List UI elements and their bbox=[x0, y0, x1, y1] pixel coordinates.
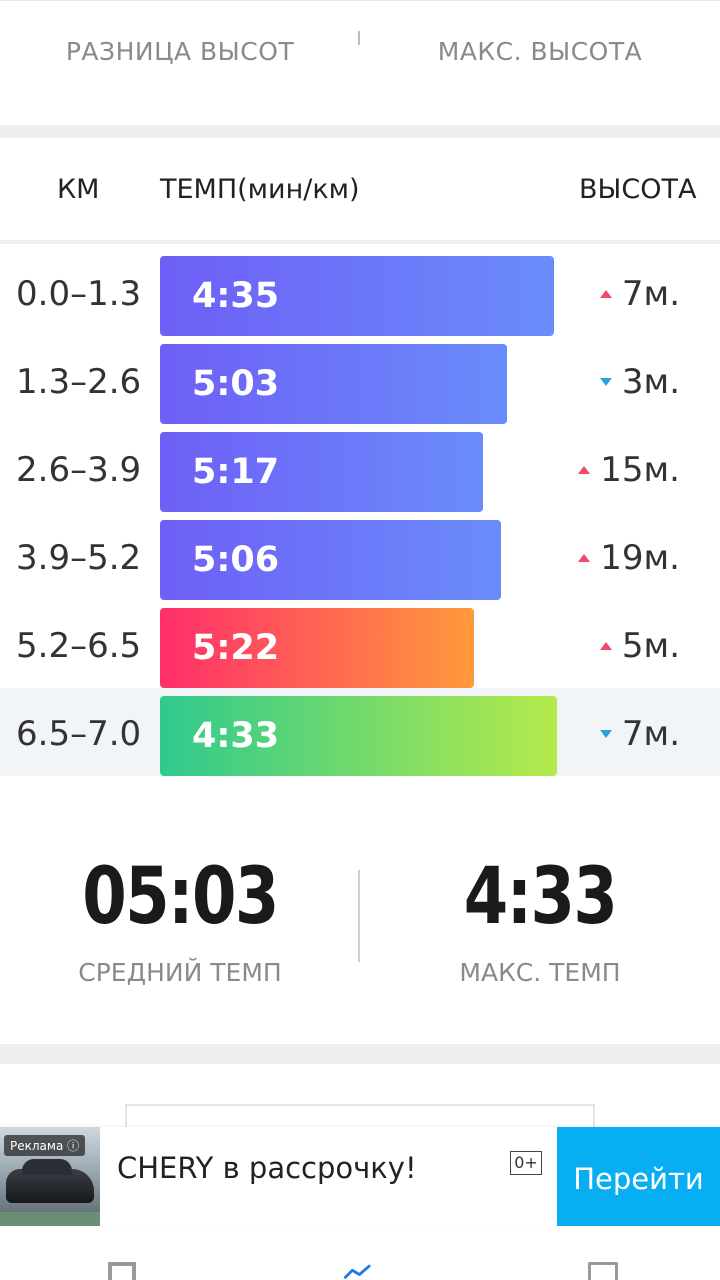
header-separator bbox=[0, 240, 720, 244]
ad-go-button[interactable]: Перейти bbox=[557, 1127, 720, 1226]
arrow-up-icon bbox=[578, 466, 591, 474]
ad-banner[interactable]: Реклама ⓘ CHERY в рассрочку! 0+ Перейти bbox=[0, 1127, 720, 1226]
split-elevation: 5м. bbox=[599, 626, 680, 666]
split-elevation-value: 7м. bbox=[621, 714, 680, 754]
split-row[interactable]: 6.5–7.0 4:33 7м. bbox=[0, 688, 720, 776]
km-column-header: КМ bbox=[57, 174, 100, 205]
elevation-column-header: ВЫСОТА bbox=[579, 174, 697, 205]
split-pace: 5:03 bbox=[192, 364, 280, 404]
split-row[interactable]: 5.2–6.5 5:22 5м. bbox=[0, 600, 720, 688]
split-elevation-value: 7м. bbox=[621, 274, 680, 314]
split-km-range: 0.0–1.3 bbox=[16, 274, 142, 314]
ad-image-floor bbox=[0, 1212, 100, 1226]
split-pace: 5:06 bbox=[192, 540, 280, 580]
pace-summary: 05:03 4:33 СРЕДНИЙ ТЕМП МАКС. ТЕМП bbox=[0, 786, 720, 1044]
split-km-range: 6.5–7.0 bbox=[16, 714, 142, 754]
pace-bar: 5:03 bbox=[160, 344, 507, 424]
max-elevation-label: МАКС. ВЫСОТА bbox=[437, 37, 643, 66]
pace-bar: 5:06 bbox=[160, 520, 501, 600]
summary-divider bbox=[358, 870, 360, 962]
section-separator bbox=[0, 125, 720, 138]
arrow-down-icon bbox=[599, 378, 612, 386]
arrow-down-icon bbox=[599, 730, 612, 738]
split-elevation-value: 19м. bbox=[600, 538, 680, 578]
elevation-stats-card: РАЗНИЦА ВЫСОТ МАКС. ВЫСОТА bbox=[0, 0, 720, 125]
split-elevation: 7м. bbox=[599, 714, 680, 754]
split-row[interactable]: 3.9–5.2 5:06 19м. bbox=[0, 512, 720, 600]
arrow-up-icon bbox=[599, 642, 612, 650]
max-pace-value: 4:33 bbox=[463, 852, 618, 942]
photo-icon[interactable] bbox=[588, 1262, 618, 1280]
split-elevation-value: 5м. bbox=[621, 626, 680, 666]
age-rating-badge: 0+ bbox=[510, 1151, 542, 1175]
split-pace: 4:35 bbox=[192, 276, 280, 316]
split-km-range: 2.6–3.9 bbox=[16, 450, 142, 490]
ad-image[interactable]: Реклама ⓘ bbox=[0, 1127, 100, 1226]
split-elevation: 19м. bbox=[578, 538, 680, 578]
ad-headline[interactable]: CHERY в рассрочку! bbox=[117, 1151, 417, 1185]
map-icon[interactable] bbox=[108, 1262, 136, 1280]
split-km-range: 5.2–6.5 bbox=[16, 626, 142, 666]
screen: РАЗНИЦА ВЫСОТ МАКС. ВЫСОТА КМ ТЕМП(мин/к… bbox=[0, 0, 720, 1280]
split-elevation-value: 15м. bbox=[600, 450, 680, 490]
split-elevation: 3м. bbox=[599, 362, 680, 402]
split-row[interactable]: 1.3–2.6 5:03 3м. bbox=[0, 336, 720, 424]
max-pace-label: МАКС. ТЕМП bbox=[459, 958, 621, 987]
pace-bar: 4:35 bbox=[160, 256, 554, 336]
split-pace: 5:22 bbox=[192, 628, 280, 668]
pace-bar: 5:22 bbox=[160, 608, 474, 688]
pace-bar: 5:17 bbox=[160, 432, 483, 512]
split-row[interactable]: 0.0–1.3 4:35 7м. bbox=[0, 248, 720, 336]
split-pace: 5:17 bbox=[192, 452, 280, 492]
elevation-gain-label: РАЗНИЦА ВЫСОТ bbox=[65, 37, 295, 66]
avg-pace-label: СРЕДНИЙ ТЕМП bbox=[78, 958, 282, 987]
pace-bar: 4:33 bbox=[160, 696, 557, 776]
arrow-up-icon bbox=[578, 554, 591, 562]
split-km-range: 1.3–2.6 bbox=[16, 362, 142, 402]
pace-column-header: ТЕМП(мин/км) bbox=[160, 174, 360, 205]
split-elevation-value: 3м. bbox=[621, 362, 680, 402]
split-row[interactable]: 2.6–3.9 5:17 15м. bbox=[0, 424, 720, 512]
split-elevation: 7м. bbox=[599, 274, 680, 314]
avg-pace-value: 05:03 bbox=[82, 852, 279, 942]
chart-icon[interactable] bbox=[344, 1262, 372, 1280]
split-km-range: 3.9–5.2 bbox=[16, 538, 142, 578]
ad-label: Реклама ⓘ bbox=[4, 1135, 86, 1156]
car-image bbox=[6, 1159, 94, 1203]
section-separator-bottom bbox=[0, 1044, 720, 1064]
arrow-up-icon bbox=[599, 290, 612, 298]
split-pace: 4:33 bbox=[192, 716, 280, 756]
split-elevation: 15м. bbox=[578, 450, 680, 490]
